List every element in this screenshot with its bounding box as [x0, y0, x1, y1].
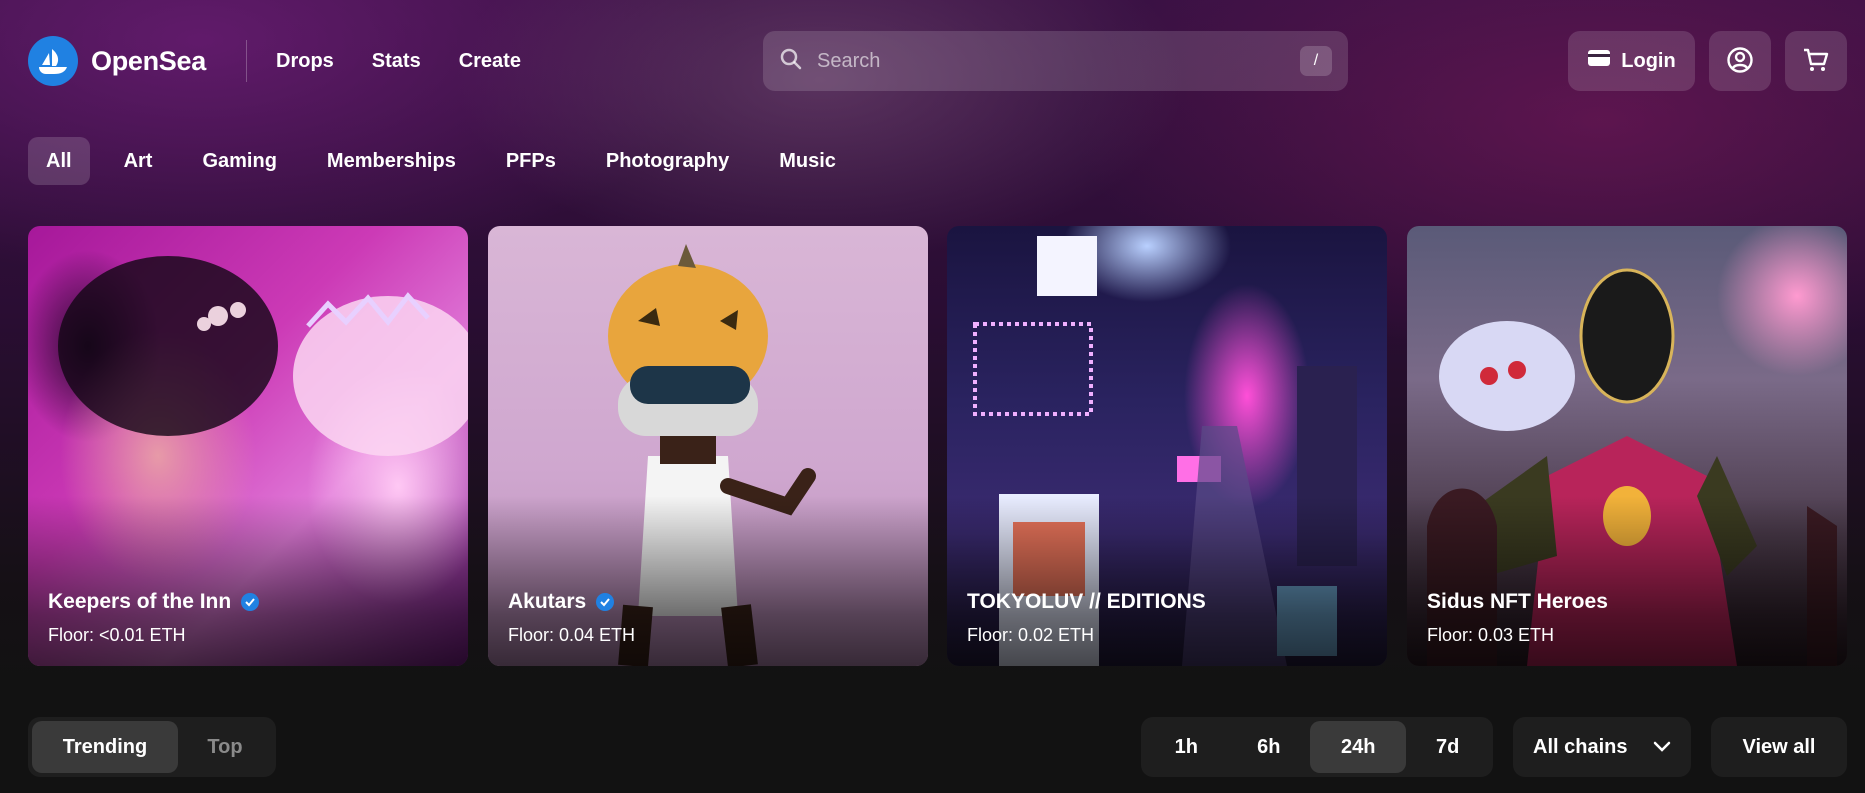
- collection-name: Sidus NFT Heroes: [1427, 590, 1608, 613]
- collection-floor: Floor: 0.04 ETH: [508, 625, 636, 645]
- collection-floor: Floor: <0.01 ETH: [48, 625, 186, 645]
- cart-icon: [1802, 46, 1830, 77]
- collection-floor: Floor: 0.03 ETH: [1427, 625, 1555, 645]
- category-tabs: All Art Gaming Memberships PFPs Photogra…: [28, 137, 864, 185]
- collection-name: Akutars: [508, 590, 587, 613]
- cart-button[interactable]: [1785, 31, 1847, 91]
- main-nav: Drops Stats Create: [276, 46, 559, 76]
- verified-badge-icon: [595, 592, 615, 612]
- login-button[interactable]: Login: [1568, 31, 1695, 91]
- collection-floor: Floor: 0.02 ETH: [967, 625, 1095, 645]
- account-circle-icon: [1726, 46, 1754, 77]
- time-range-toggle: 1h 6h 24h 7d: [1141, 717, 1493, 777]
- time-7d[interactable]: 7d: [1406, 721, 1489, 773]
- nav-drops[interactable]: Drops: [276, 46, 334, 76]
- collection-title: TOKYOLUV // EDITIONS: [967, 590, 1206, 614]
- tab-all[interactable]: All: [28, 137, 90, 185]
- tab-gaming[interactable]: Gaming: [180, 137, 298, 185]
- collection-name: Keepers of the Inn: [48, 590, 232, 613]
- nav-stats[interactable]: Stats: [372, 46, 421, 76]
- wallet-icon: [1587, 48, 1611, 74]
- chain-select[interactable]: All chains: [1513, 717, 1691, 777]
- login-label: Login: [1621, 49, 1676, 72]
- tab-music[interactable]: Music: [757, 137, 858, 185]
- view-all-button[interactable]: View all: [1711, 717, 1847, 777]
- collection-title: Akutars: [508, 590, 615, 614]
- opensea-logo-icon: [28, 36, 78, 86]
- collection-card-akutars[interactable]: Akutars Floor: 0.04 ETH: [488, 226, 928, 666]
- collection-card-sidus[interactable]: Sidus NFT Heroes Floor: 0.03 ETH: [1407, 226, 1847, 666]
- opensea-logo[interactable]: OpenSea: [28, 36, 206, 86]
- collection-card-keepers[interactable]: Keepers of the Inn Floor: <0.01 ETH: [28, 226, 468, 666]
- collection-card-tokyoluv[interactable]: TOKYOLUV // EDITIONS Floor: 0.02 ETH: [947, 226, 1387, 666]
- profile-button[interactable]: [1709, 31, 1771, 91]
- tab-top[interactable]: Top: [178, 721, 272, 773]
- collection-name: TOKYOLUV // EDITIONS: [967, 590, 1206, 613]
- nav-create[interactable]: Create: [459, 46, 521, 76]
- featured-collections: Keepers of the Inn Floor: <0.01 ETH Akut…: [28, 226, 1848, 666]
- time-1h[interactable]: 1h: [1145, 721, 1228, 773]
- tab-memberships[interactable]: Memberships: [305, 137, 478, 185]
- collection-title: Keepers of the Inn: [48, 590, 260, 614]
- tab-photography[interactable]: Photography: [584, 137, 751, 185]
- nav-divider: [246, 40, 247, 82]
- tab-trending[interactable]: Trending: [32, 721, 178, 773]
- chain-select-label: All chains: [1533, 735, 1628, 758]
- tab-pfps[interactable]: PFPs: [484, 137, 578, 185]
- top-header: OpenSea Drops Stats Create / Login: [0, 0, 1865, 122]
- brand-name: OpenSea: [91, 45, 206, 76]
- tab-art[interactable]: Art: [102, 137, 175, 185]
- search-shortcut-key: /: [1300, 46, 1332, 76]
- search-bar[interactable]: /: [763, 31, 1348, 91]
- search-icon: [779, 47, 803, 76]
- time-24h[interactable]: 24h: [1310, 721, 1407, 773]
- collection-title: Sidus NFT Heroes: [1427, 590, 1608, 614]
- verified-badge-icon: [240, 592, 260, 612]
- time-6h[interactable]: 6h: [1228, 721, 1311, 773]
- search-input[interactable]: [817, 49, 1300, 73]
- ranking-toggle: Trending Top: [28, 717, 276, 777]
- chevron-down-icon: [1653, 736, 1671, 759]
